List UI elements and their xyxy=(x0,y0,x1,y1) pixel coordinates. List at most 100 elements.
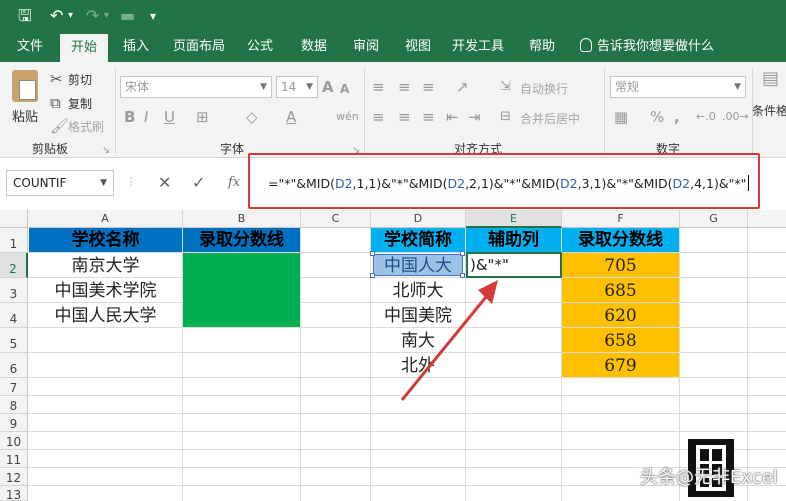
currency-icon[interactable]: ▦ xyxy=(614,108,628,126)
column-header-a[interactable]: A xyxy=(28,210,183,228)
fill-color-icon[interactable]: ◇ xyxy=(246,108,258,126)
enter-icon[interactable]: ✓ xyxy=(192,173,205,193)
underline-icon[interactable]: U xyxy=(164,108,175,126)
folder-icon[interactable]: ▬ xyxy=(120,5,135,27)
cell-f1-header[interactable]: 录取分数线 xyxy=(562,228,679,252)
tab-page-layout[interactable]: 页面布局 xyxy=(168,32,230,62)
tab-view[interactable]: 视图 xyxy=(396,32,440,62)
merge-icon[interactable]: ⊟ xyxy=(500,108,511,126)
tab-developer[interactable]: 开发工具 xyxy=(448,32,508,62)
tab-formulas[interactable]: 公式 xyxy=(238,32,282,62)
align-left-icon[interactable]: ≡ xyxy=(372,108,385,126)
cell-f5[interactable]: 658 xyxy=(562,328,679,352)
cell-f4[interactable]: 620 xyxy=(562,303,679,327)
separator xyxy=(364,68,365,154)
align-bottom-icon[interactable]: ≡ xyxy=(422,78,435,96)
column-header-e[interactable]: E xyxy=(466,210,562,228)
cell-f6[interactable]: 679 xyxy=(562,353,679,377)
column-header-f[interactable]: F xyxy=(562,210,680,228)
align-right-icon[interactable]: ≡ xyxy=(422,108,435,126)
cell-f2[interactable]: 705 xyxy=(562,253,679,277)
tab-review[interactable]: 审阅 xyxy=(344,32,388,62)
row-header-9[interactable]: 9 xyxy=(0,414,28,432)
bold-icon[interactable]: B xyxy=(124,108,135,126)
row-header-3[interactable]: 3 xyxy=(0,278,28,303)
font-size-select[interactable]: 14 ▼ xyxy=(276,76,318,98)
number-format-select[interactable]: 常规 ▼ xyxy=(610,76,746,98)
tab-insert[interactable]: 插入 xyxy=(114,32,158,62)
row-header-6[interactable]: 6 xyxy=(0,353,28,378)
row-header-11[interactable]: 11 xyxy=(0,450,28,468)
tab-data[interactable]: 数据 xyxy=(292,32,336,62)
copy-icon[interactable]: ⧉ xyxy=(50,94,61,112)
row-header-13[interactable]: 13 xyxy=(0,486,28,501)
border-icon[interactable]: ⊞ xyxy=(196,108,209,126)
cell-a4[interactable]: 中国人民大学 xyxy=(29,303,182,327)
customize-toolbar-icon[interactable]: ▾ xyxy=(150,5,156,27)
comma-icon[interactable]: , xyxy=(674,108,680,126)
increase-indent-icon[interactable]: ⇥ xyxy=(468,108,481,126)
font-name-select[interactable]: 宋体 ▼ xyxy=(120,76,272,98)
column-header-g[interactable]: G xyxy=(680,210,748,228)
name-box[interactable]: COUNTIF ▼ xyxy=(6,170,114,196)
wrap-text-icon[interactable]: ⇲ xyxy=(500,78,511,96)
merge-center-button[interactable]: 合并后居中 xyxy=(520,110,580,127)
paintbrush-icon[interactable]: 🖌 xyxy=(50,117,69,135)
cell-a2[interactable]: 南京大学 xyxy=(29,253,182,277)
format-painter-button[interactable]: 格式刷 xyxy=(68,118,104,135)
row-header-1[interactable]: 1 xyxy=(0,228,28,253)
gridline xyxy=(300,228,301,501)
percent-icon[interactable]: % xyxy=(650,108,664,126)
tell-me-search[interactable]: 告诉我你想要做什么 xyxy=(580,32,714,62)
row-header-12[interactable]: 12 xyxy=(0,468,28,486)
align-middle-icon[interactable]: ≡ xyxy=(398,78,411,96)
row-header-10[interactable]: 10 xyxy=(0,432,28,450)
redo-icon[interactable]: ↷ xyxy=(86,5,99,27)
row-header-4[interactable]: 4 xyxy=(0,303,28,328)
row-header-8[interactable]: 8 xyxy=(0,396,28,414)
row-header-7[interactable]: 7 xyxy=(0,378,28,396)
conditional-format-button[interactable]: 条件格 xyxy=(752,102,786,119)
tab-file[interactable]: 文件 xyxy=(8,32,52,62)
select-all-button[interactable] xyxy=(0,210,28,228)
phonetic-icon[interactable]: wén xyxy=(336,108,359,126)
scissors-icon[interactable]: ✂ xyxy=(50,70,63,88)
paste-icon[interactable] xyxy=(12,70,38,102)
increase-decimal-icon[interactable]: ←.0 xyxy=(696,108,716,126)
redo-dropdown-icon[interactable]: ▾ xyxy=(104,5,109,27)
italic-icon[interactable]: I xyxy=(144,108,148,126)
conditional-format-icon[interactable]: ▤ xyxy=(762,70,779,88)
copy-button[interactable]: 复制 xyxy=(68,95,92,112)
decrease-font-icon[interactable]: A xyxy=(340,80,349,98)
column-header-h[interactable] xyxy=(748,210,786,228)
cell-d1-header[interactable]: 学校简称 xyxy=(371,228,465,252)
font-color-icon[interactable]: A xyxy=(286,108,296,126)
cut-button[interactable]: 剪切 xyxy=(68,71,92,88)
tab-home[interactable]: 开始 xyxy=(60,34,108,62)
row-header-5[interactable]: 5 xyxy=(0,328,28,353)
save-icon[interactable]: 🖫 xyxy=(18,5,32,27)
column-header-d[interactable]: D xyxy=(371,210,466,228)
cell-a1-header[interactable]: 学校名称 xyxy=(29,228,182,252)
row-header-2[interactable]: 2 xyxy=(0,253,28,278)
insert-function-icon[interactable]: fx xyxy=(228,173,240,193)
undo-icon[interactable]: ↶ xyxy=(50,5,63,27)
tab-help[interactable]: 帮助 xyxy=(520,32,564,62)
align-center-icon[interactable]: ≡ xyxy=(398,108,411,126)
increase-font-icon[interactable]: A xyxy=(322,78,334,96)
cell-b1-header[interactable]: 录取分数线 xyxy=(183,228,300,252)
undo-dropdown-icon[interactable]: ▾ xyxy=(68,5,73,27)
column-header-c[interactable]: C xyxy=(301,210,371,228)
cell-f3[interactable]: 685 xyxy=(562,278,679,302)
cell-a3[interactable]: 中国美术学院 xyxy=(29,278,182,302)
align-top-icon[interactable]: ≡ xyxy=(372,78,385,96)
cell-b2-b4-green[interactable] xyxy=(183,253,300,327)
decrease-indent-icon[interactable]: ⇤ xyxy=(446,108,459,126)
decrease-decimal-icon[interactable]: .00→ xyxy=(722,108,749,126)
paste-button[interactable]: 粘贴 xyxy=(12,106,38,125)
cancel-icon[interactable]: ✕ xyxy=(158,173,171,193)
cell-e1-header[interactable]: 辅助列 xyxy=(466,228,561,252)
column-header-b[interactable]: B xyxy=(183,210,301,228)
wrap-text-button[interactable]: 自动换行 xyxy=(520,80,568,97)
orientation-icon[interactable]: ↗ xyxy=(456,78,469,96)
